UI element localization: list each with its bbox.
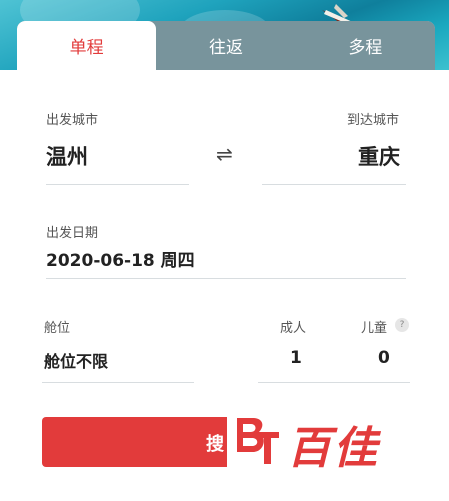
arrival-city-label: 到达城市	[347, 113, 400, 128]
cabin-underline	[42, 382, 194, 383]
trip-type-tabs: 单程 往返 多程	[17, 21, 435, 70]
cabin-select[interactable]: 舱位不限	[44, 348, 108, 372]
cabin-label: 舱位	[44, 321, 71, 336]
departure-date[interactable]: 2020-06-18 周四	[46, 246, 195, 271]
children-count[interactable]: 0	[378, 348, 390, 368]
tab-one-way[interactable]: 单程	[17, 21, 157, 70]
passenger-underline	[258, 382, 410, 383]
date-underline	[46, 278, 406, 279]
help-icon[interactable]: ?	[395, 318, 409, 332]
search-button-label: 搜	[206, 434, 224, 455]
tab-round-trip[interactable]: 往返	[156, 21, 295, 70]
adults-count[interactable]: 1	[290, 348, 302, 368]
departure-city-label: 出发城市	[46, 113, 99, 128]
baijia-logo-icon	[237, 418, 279, 464]
tab-multi-city[interactable]: 多程	[296, 21, 435, 70]
arrival-city[interactable]: 重庆	[358, 141, 400, 171]
swap-icon[interactable]: ⇌	[216, 142, 233, 166]
watermark-text: 百佳	[287, 423, 379, 474]
children-label: 儿童	[361, 321, 388, 336]
departure-city[interactable]: 温州	[46, 141, 88, 171]
arrival-underline	[262, 184, 406, 185]
watermark: 百佳	[227, 408, 437, 474]
date-label: 出发日期	[46, 226, 99, 241]
departure-underline	[46, 184, 189, 185]
adults-label: 成人	[280, 321, 307, 336]
